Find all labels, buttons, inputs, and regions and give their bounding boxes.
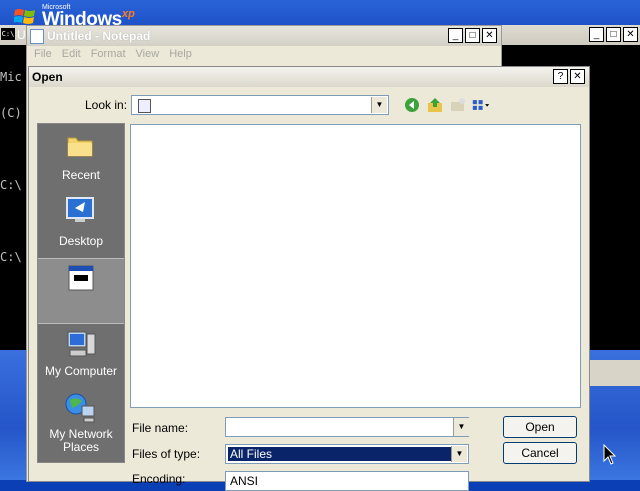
files-of-type-select[interactable]: All Files ▼	[225, 444, 469, 464]
menu-file[interactable]: File	[29, 46, 57, 64]
place-my-computer[interactable]: My Computer	[38, 324, 124, 388]
chevron-down-icon[interactable]: ▼	[453, 418, 469, 436]
file-name-label: File name:	[132, 421, 189, 435]
notepad-menubar: File Edit Format View Help	[27, 46, 503, 64]
console-icon: C:\	[1, 28, 15, 40]
notepad-minimize-button[interactable]: _	[448, 28, 463, 43]
console-close-button[interactable]: ✕	[623, 27, 638, 42]
console-maximize-button[interactable]: □	[606, 27, 621, 42]
place-recent[interactable]: Recent	[38, 128, 124, 192]
console-window-controls: _ □ ✕	[589, 27, 638, 42]
notepad-window-controls: _ □ ✕	[448, 28, 497, 43]
look-in-dropdown[interactable]: ▼	[131, 95, 389, 115]
chevron-down-icon[interactable]: ▼	[451, 446, 467, 462]
open-file-dialog[interactable]: Open ? ✕ Look in: ▼ Recent Desktop My Co…	[28, 66, 590, 491]
place-label: Desktop	[58, 234, 104, 248]
dialog-titlebar[interactable]: Open ? ✕	[29, 67, 589, 87]
open-button[interactable]: Open	[503, 416, 577, 438]
cancel-button[interactable]: Cancel	[503, 442, 577, 464]
place-label: Recent	[61, 168, 101, 182]
console-title: U	[17, 28, 26, 42]
views-menu-icon[interactable]	[472, 96, 490, 114]
encoding-select[interactable]: ANSI	[225, 471, 469, 491]
dialog-toolbar	[403, 96, 490, 114]
place-label: My Computer	[44, 364, 118, 378]
dialog-help-button[interactable]: ?	[553, 69, 568, 84]
notepad-titlebar[interactable]: Untitled - Notepad _ □ ✕	[27, 26, 501, 46]
look-in-label: Look in:	[85, 98, 128, 112]
up-folder-icon[interactable]	[426, 96, 444, 114]
folder-location-icon	[138, 99, 151, 113]
dialog-close-button[interactable]: ✕	[570, 69, 585, 84]
my-computer-icon	[67, 331, 96, 357]
desktop-icon	[66, 197, 94, 222]
notepad-maximize-button[interactable]: □	[465, 28, 480, 43]
console-minimize-button[interactable]: _	[589, 27, 604, 42]
dialog-window-controls: ? ✕	[553, 69, 585, 84]
my-documents-icon	[68, 265, 94, 291]
network-places-icon	[65, 393, 95, 423]
mouse-cursor-icon	[603, 444, 617, 465]
file-name-input[interactable]	[225, 417, 469, 437]
menu-edit[interactable]: Edit	[57, 46, 86, 64]
files-of-type-value: All Files	[228, 447, 452, 461]
recent-folder-icon	[67, 137, 93, 157]
notepad-title: Untitled - Notepad	[47, 29, 151, 43]
back-icon[interactable]	[403, 96, 421, 114]
menu-help[interactable]: Help	[164, 46, 197, 64]
menu-format[interactable]: Format	[86, 46, 131, 64]
file-list-view[interactable]	[130, 124, 581, 408]
background-window-edge	[590, 360, 640, 386]
place-desktop[interactable]: Desktop	[38, 194, 124, 258]
notepad-icon	[30, 29, 44, 44]
encoding-label: Encoding:	[132, 472, 186, 486]
chevron-down-icon[interactable]: ▼	[371, 97, 387, 113]
place-network[interactable]: My Network Places	[38, 390, 124, 454]
new-folder-icon[interactable]	[449, 96, 467, 114]
places-bar: Recent Desktop My Computer My Network Pl…	[37, 123, 125, 463]
place-my-documents[interactable]	[38, 258, 124, 324]
files-of-type-label: Files of type:	[132, 447, 201, 461]
place-label: My Network Places	[49, 427, 113, 454]
logo-xp-text: xp	[122, 8, 135, 20]
dialog-title: Open	[32, 70, 63, 84]
menu-view[interactable]: View	[131, 46, 165, 64]
notepad-close-button[interactable]: ✕	[482, 28, 497, 43]
